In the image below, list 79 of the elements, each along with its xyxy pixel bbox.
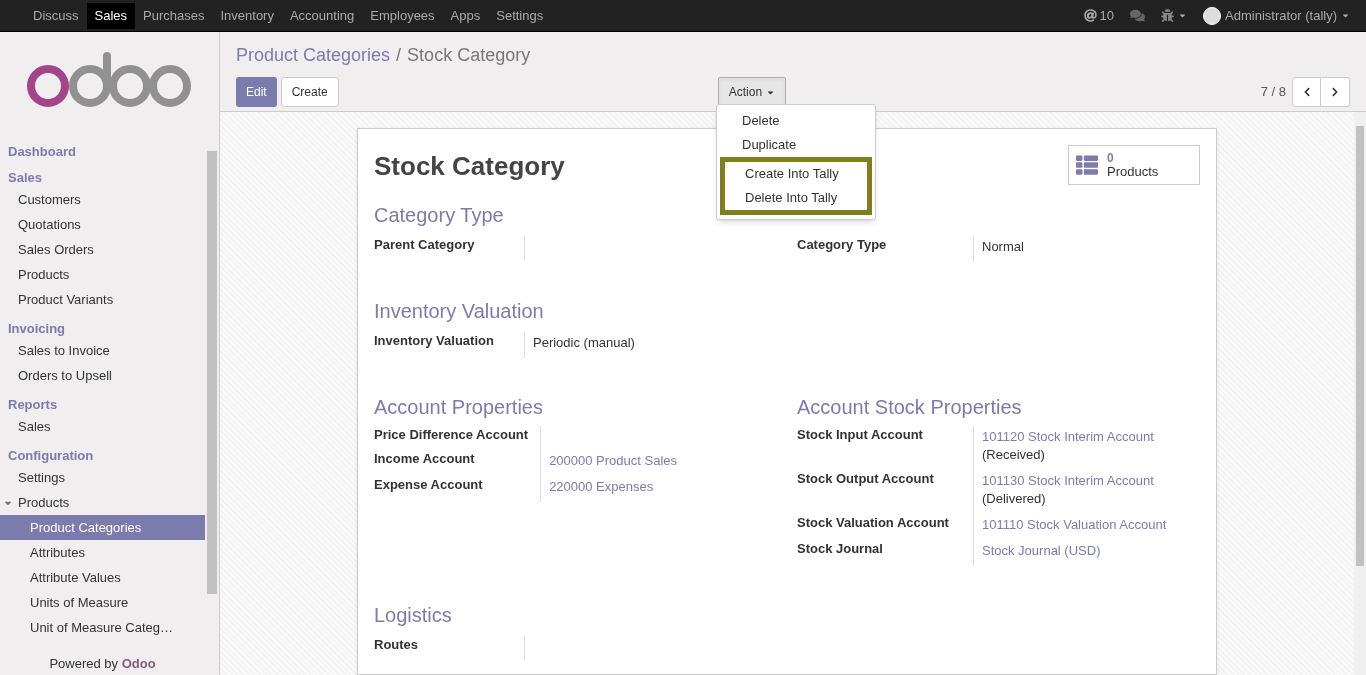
odoo-logo[interactable] [24,50,194,110]
avatar [1203,6,1222,25]
menu-item[interactable]: Quotations [0,212,205,237]
menu-item[interactable]: Customers [0,187,205,212]
section-title: Logistics [374,603,452,628]
app-menu-item[interactable]: Employees [362,2,443,29]
field-link[interactable]: 220000 Expenses [549,478,777,496]
app-menu-item[interactable]: Inventory [212,2,282,29]
field-link[interactable]: 200000 Product Sales [549,452,777,470]
field-label: Price Difference Account [374,426,530,444]
menu-item[interactable]: Sales [0,414,205,439]
at-sign-icon[interactable] [1083,9,1097,22]
field-label: Stock Journal [797,540,884,558]
products-stat-button[interactable]: 0 Products [1068,145,1200,185]
app-menu-item[interactable]: Accounting [281,2,363,29]
field-label: Stock Input Account [797,426,924,444]
caret-icon [1341,11,1350,20]
field-link[interactable]: 101110 Stock Valuation Account [982,516,1200,534]
field-link[interactable]: 101120 Stock Interim Account [982,428,1200,446]
breadcrumb-link[interactable]: Product Categories [236,42,391,69]
list-icon [1075,154,1099,176]
menu-item[interactable]: Product Categories [0,515,205,540]
menu-item[interactable]: Sales to Invoice [0,338,205,363]
menu-item[interactable]: Attribute Values [0,565,205,590]
field-label: Expense Account [374,476,484,494]
previous-button[interactable] [1292,77,1321,107]
field-value: Periodic (manual) [533,334,636,352]
breadcrumb-current: Stock Category [407,44,531,67]
menu-item[interactable]: Attributes [0,540,205,565]
field-label: Routes [374,636,420,654]
app-menu-item[interactable]: Discuss [25,2,87,29]
section-title: Account Properties [374,395,543,420]
menu-item[interactable]: Products [0,262,205,287]
field-label: Stock Output Account [797,470,935,488]
app-menu-item[interactable]: Purchases [135,2,213,29]
record-title: Stock Category [374,150,565,183]
menu-item[interactable]: Sales Orders [0,237,205,262]
menu-item[interactable]: Orders to Upsell [0,363,205,388]
scrollbar[interactable] [1354,112,1366,675]
field-label: Inventory Valuation [374,332,495,350]
mentions-counter[interactable]: 10 [1099,5,1115,26]
menu-item[interactable]: Unit of Measure Categ… [0,615,205,640]
field-link[interactable]: 101130 Stock Interim Account [982,472,1200,490]
dropdown-item[interactable]: Delete Into Tally [725,186,867,210]
chat-icon[interactable] [1130,8,1146,23]
field-label: Stock Valuation Account [797,514,950,532]
caret-icon [1178,11,1188,20]
field-label: Income Account [374,450,476,468]
field-value-note: (Received) [982,446,1046,464]
breadcrumb-separator: / [396,44,402,67]
pager-value: 7 / 8 [1260,83,1286,102]
edit-button[interactable]: Edit [236,77,277,107]
stat-count: 0 [1107,151,1115,165]
menu-item[interactable]: Settings [0,465,205,490]
section-title: Account Stock Properties [797,395,1022,420]
section-title: Category Type [374,203,504,228]
section-title: Inventory Valuation [374,299,544,324]
field-value: Normal [982,238,1025,256]
field-label: Category Type [797,236,888,254]
field-value-note: (Delivered) [982,490,1047,508]
app-menu-item[interactable]: Settings [488,2,552,29]
action-button[interactable]: Action [717,77,787,107]
bug-icon[interactable] [1161,9,1175,22]
dropdown-item[interactable]: Duplicate [717,133,875,157]
chevron-right-icon [1330,87,1340,97]
stat-label: Products [1107,165,1159,179]
menu-item[interactable]: Units of Measure [0,590,205,615]
create-button[interactable]: Create [280,77,339,107]
next-button[interactable] [1321,77,1350,107]
menu-item[interactable]: Products [0,490,205,515]
field-label: Parent Category [374,236,476,254]
app-menu-item[interactable]: Apps [442,2,489,29]
powered-by-text: Powered by Odoo [48,654,157,673]
user-menu[interactable]: Administrator (tally) [1225,5,1337,26]
field-link[interactable]: Stock Journal (USD) [982,542,1200,560]
menu-item[interactable]: Product Variants [0,287,205,312]
dropdown-item[interactable]: Create Into Tally [725,162,867,186]
app-menu-item[interactable]: Sales [86,2,136,29]
dropdown-item[interactable]: Delete [717,109,875,133]
